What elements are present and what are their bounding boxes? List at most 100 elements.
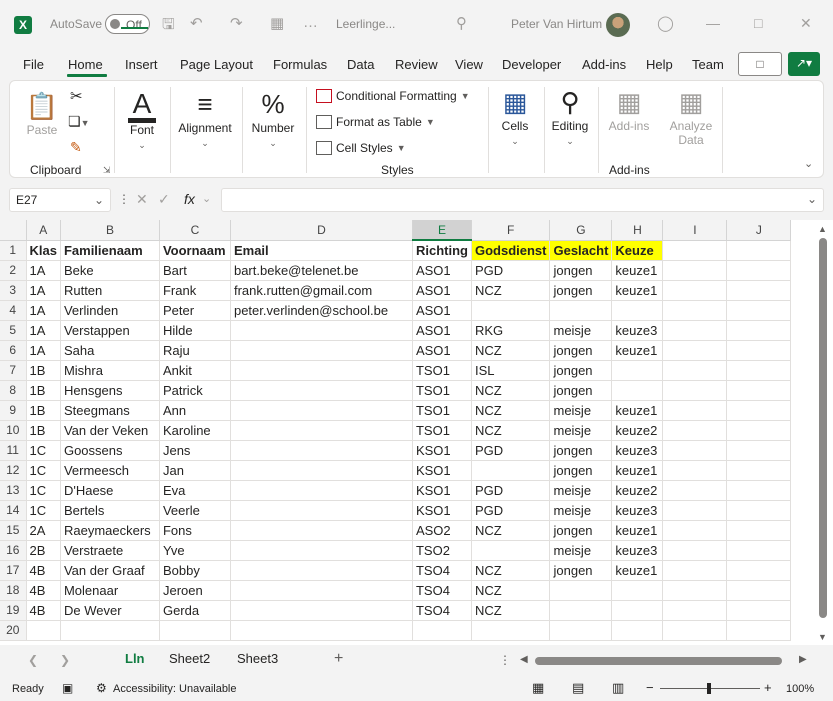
number-button[interactable]: % Number ⌄ [246,87,300,149]
cell-j6[interactable] [726,340,792,361]
cell-c19[interactable]: Gerda [159,600,231,621]
cell-d17[interactable] [230,560,413,581]
cells-button[interactable]: ▦ Cells ⌄ [494,85,536,147]
document-name[interactable]: Leerlinge... [336,17,395,31]
cell-f15[interactable]: NCZ [471,520,551,541]
cell-j8[interactable] [726,380,792,401]
column-header-j[interactable]: J [726,220,792,241]
cell-a9[interactable]: 1B [26,400,61,421]
cell-h2[interactable]: keuze1 [611,260,664,281]
cell-c9[interactable]: Ann [159,400,231,421]
cell-d5[interactable] [230,320,413,341]
row-header[interactable]: 14 [0,500,27,521]
cell-f19[interactable]: NCZ [471,600,551,621]
cell-e20[interactable] [412,620,472,641]
lightbulb-icon[interactable]: ◯ [657,14,674,32]
accessibility-icon[interactable]: ⚙ [96,681,107,695]
scroll-right-icon[interactable]: ▶ [799,654,807,665]
scroll-up-icon[interactable]: ▲ [818,224,827,234]
cell-j3[interactable] [726,280,792,301]
cell-d19[interactable] [230,600,413,621]
cell-g17[interactable]: jongen [549,560,613,581]
cell-d10[interactable] [230,420,413,441]
cell-b11[interactable]: Goossens [60,440,160,461]
cell-g15[interactable]: jongen [549,520,613,541]
cell-f20[interactable] [471,620,551,641]
cell-b15[interactable]: Raeymaeckers [60,520,160,541]
cell-d4[interactable]: peter.verlinden@school.be [230,300,413,321]
cell-g19[interactable] [549,600,613,621]
cell-e10[interactable]: TSO1 [412,420,472,441]
cell-h7[interactable] [611,360,664,381]
cut-icon[interactable]: ✂ [70,87,83,105]
cell-a4[interactable]: 1A [26,300,61,321]
cell-f18[interactable]: NCZ [471,580,551,601]
cell-i14[interactable] [662,500,728,521]
cell-h18[interactable] [611,580,664,601]
column-header-f[interactable]: F [471,220,551,241]
select-all-corner[interactable] [0,220,27,241]
cell-a3[interactable]: 1A [26,280,61,301]
cell-c8[interactable]: Patrick [159,380,231,401]
cell-g18[interactable] [549,580,613,601]
cell-b5[interactable]: Verstappen [60,320,160,341]
row-header[interactable]: 2 [0,260,27,281]
row-header[interactable]: 3 [0,280,27,301]
page-layout-view-icon[interactable]: ▤ [572,680,584,696]
cell-c4[interactable]: Peter [159,300,231,321]
scroll-down-icon[interactable]: ▼ [818,632,827,642]
avatar[interactable] [606,13,630,37]
normal-view-icon[interactable]: ▦ [532,680,544,696]
row-header[interactable]: 1 [0,240,27,261]
autosave-toggle[interactable]: Off [105,14,150,34]
name-box[interactable]: E27 ⌄ [9,188,111,212]
cell-g6[interactable]: jongen [549,340,613,361]
customize-toolbar-icon[interactable]: … [303,14,318,31]
cell-a18[interactable]: 4B [26,580,61,601]
redo-icon[interactable]: ↷ [230,14,243,32]
font-button[interactable]: A Font ⌄ [122,87,162,151]
cell-f14[interactable]: PGD [471,500,551,521]
cell-g20[interactable] [549,620,613,641]
cell-g1[interactable]: Geslacht [549,240,613,261]
cell-a19[interactable]: 4B [26,600,61,621]
column-header-h[interactable]: H [611,220,664,241]
cell-d13[interactable] [230,480,413,501]
cell-i16[interactable] [662,540,728,561]
cell-a13[interactable]: 1C [26,480,61,501]
row-header[interactable]: 13 [0,480,27,501]
cell-e11[interactable]: KSO1 [412,440,472,461]
cell-g11[interactable]: jongen [549,440,613,461]
cell-i3[interactable] [662,280,728,301]
cell-f17[interactable]: NCZ [471,560,551,581]
cell-g5[interactable]: meisje [549,320,613,341]
cell-j16[interactable] [726,540,792,561]
format-painter-icon[interactable]: ✎ [70,139,82,156]
cell-i8[interactable] [662,380,728,401]
expand-formula-icon[interactable]: ⌄ [807,192,817,206]
cell-b13[interactable]: D'Haese [60,480,160,501]
spreadsheet-table[interactable]: ABCDEFGHIJ 1 Klas Familienaam Voornaam Email… [0,220,792,641]
cell-j15[interactable] [726,520,792,541]
cell-h16[interactable]: keuze3 [611,540,664,561]
cell-h6[interactable]: keuze1 [611,340,664,361]
page-break-view-icon[interactable]: ▥ [612,680,624,696]
cell-e14[interactable]: KSO1 [412,500,472,521]
row-header[interactable]: 10 [0,420,27,441]
cell-j7[interactable] [726,360,792,381]
cell-d12[interactable] [230,460,413,481]
cell-c13[interactable]: Eva [159,480,231,501]
cell-c5[interactable]: Hilde [159,320,231,341]
row-header[interactable]: 19 [0,600,27,621]
cell-j20[interactable] [726,620,792,641]
tab-review[interactable]: Review [395,57,438,72]
column-header-i[interactable]: I [662,220,728,241]
cell-h12[interactable]: keuze1 [611,460,664,481]
user-name[interactable]: Peter Van Hirtum [511,17,602,31]
vertical-scrollbar[interactable]: ▲ ▼ [813,220,833,645]
formula-input[interactable]: ⌄ [221,188,824,212]
cell-g2[interactable]: jongen [549,260,613,281]
cell-f6[interactable]: NCZ [471,340,551,361]
cell-j1[interactable] [726,240,792,261]
accessibility-status[interactable]: Accessibility: Unavailable [113,683,237,695]
